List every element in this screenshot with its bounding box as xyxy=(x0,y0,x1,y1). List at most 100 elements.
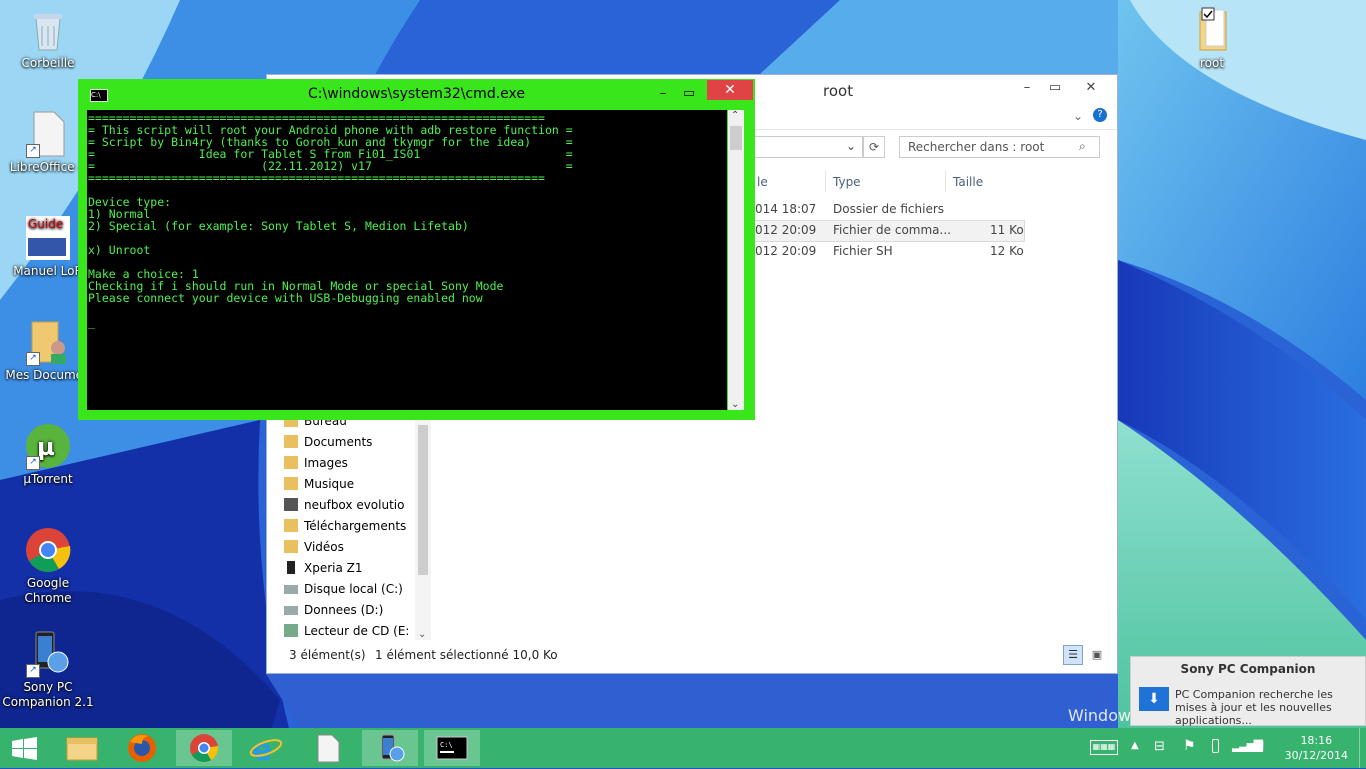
nav-item-cd-drive[interactable]: Lecteur de CD (E: xyxy=(284,624,409,638)
file-row[interactable]: 014 18:07 Dossier de fichiers xyxy=(737,199,1025,219)
console-line: x) Unroot xyxy=(88,243,151,257)
notification-toast[interactable]: Sony PC Companion ⬇ PC Companion recherc… xyxy=(1130,656,1366,727)
utorrent-icon: µ ↗ xyxy=(24,422,72,470)
icon-label: root xyxy=(1199,56,1225,70)
keyboard-icon[interactable]: ▦▦▦ xyxy=(1090,740,1118,755)
minimize-button[interactable]: – xyxy=(650,79,676,109)
nav-item-documents[interactable]: Documents xyxy=(284,435,372,449)
action-center-flag-icon[interactable]: ⚑ xyxy=(1183,738,1196,754)
trash-icon xyxy=(24,6,72,54)
taskbar-internet-explorer[interactable]: e xyxy=(238,730,294,768)
phone-globe-icon xyxy=(381,734,405,762)
column-header-type[interactable]: Type xyxy=(833,175,861,189)
taskbar-chrome[interactable] xyxy=(176,730,232,766)
console-line: Device type: xyxy=(88,195,172,209)
network-computer-icon[interactable]: ⊟ xyxy=(1154,739,1165,754)
show-desktop-button[interactable] xyxy=(1359,728,1366,768)
tray-expand-icon[interactable]: ▲ xyxy=(1131,740,1139,751)
nav-item-local-disk[interactable]: Disque local (C:) xyxy=(284,582,403,596)
scroll-thumb[interactable] xyxy=(418,425,428,575)
nav-item-downloads[interactable]: Téléchargements xyxy=(284,519,406,533)
folder-icon xyxy=(284,477,298,490)
taskbar-file-explorer[interactable] xyxy=(54,730,110,766)
console-line: 2) Special (for example: Sony Tablet S, … xyxy=(88,219,469,233)
icon-label: Corbeille xyxy=(21,56,75,70)
guide-book-icon: Guide xyxy=(24,214,72,262)
chevron-down-icon[interactable]: ⌄ xyxy=(731,399,739,410)
refresh-button[interactable]: ⟳ xyxy=(863,136,885,158)
nav-item-music[interactable]: Musique xyxy=(284,477,354,491)
large-icons-view-button[interactable]: ▣ xyxy=(1087,645,1107,665)
folder-icon xyxy=(284,519,298,532)
console-text: ========================================… xyxy=(88,112,727,328)
status-item-count: 3 élément(s) xyxy=(289,648,366,662)
document-icon: ↗ xyxy=(24,110,72,158)
folder-icon xyxy=(66,737,98,761)
start-button[interactable] xyxy=(0,730,50,766)
close-button[interactable]: ✕ xyxy=(1079,79,1103,97)
file-row[interactable]: 012 20:09 Fichier SH 12 Ko xyxy=(737,241,1025,261)
chrome-shortcut[interactable]: Google Chrome xyxy=(2,526,94,606)
chevron-down-icon[interactable]: ⌄ xyxy=(1073,109,1083,123)
search-icon: ⌕ xyxy=(1079,139,1086,153)
nav-item-videos[interactable]: Vidéos xyxy=(284,540,344,554)
phone-device-icon[interactable] xyxy=(1212,739,1219,753)
scroll-thumb[interactable] xyxy=(730,126,742,150)
drive-icon xyxy=(284,585,298,594)
sony-pc-companion-shortcut[interactable]: ↗ Sony PC Companion 2.1 xyxy=(2,630,94,710)
utorrent-shortcut[interactable]: µ ↗ µTorrent xyxy=(2,422,94,487)
clock-time: 18:16 xyxy=(1300,734,1333,747)
minimize-button[interactable]: – xyxy=(1015,79,1039,97)
svg-text:C:\: C:\ xyxy=(440,741,453,749)
cmd-titlebar[interactable]: C:\ C:\windows\system32\cmd.exe – ▭ ✕ xyxy=(78,79,755,109)
taskbar-sony-pc-companion[interactable] xyxy=(362,730,418,766)
phone-globe-icon: ↗ xyxy=(24,630,72,678)
nav-scrollbar[interactable]: ⌄ xyxy=(415,415,431,640)
taskbar: e C:\ ▦▦▦ ▲ ⊟ ⚑ ▂▃▅▇ 🔈︎ 18:16 30/12/2014 xyxy=(0,728,1366,768)
document-icon xyxy=(317,734,340,763)
maximize-button[interactable]: ▭ xyxy=(676,79,702,109)
cmd-window: C:\ C:\windows\system32\cmd.exe – ▭ ✕ ==… xyxy=(78,79,755,420)
folder-user-icon: ↗ xyxy=(24,318,72,366)
svg-text:Guide: Guide xyxy=(28,217,63,231)
details-view-button[interactable]: ☰ xyxy=(1063,645,1083,665)
column-divider xyxy=(945,170,946,192)
nav-item-images[interactable]: Images xyxy=(284,456,348,470)
volume-icon[interactable]: 🔈︎ xyxy=(1259,737,1267,753)
toast-title: Sony PC Companion xyxy=(1180,662,1316,676)
nav-item-neufbox[interactable]: neufbox evolutio xyxy=(284,498,404,512)
icon-label: Manuel LoR xyxy=(13,264,83,278)
chevron-down-icon[interactable]: ⌄ xyxy=(418,629,426,640)
chrome-icon xyxy=(24,526,72,574)
console-line: _ xyxy=(88,315,95,329)
signal-strength-icon[interactable]: ▂▃▅▇ xyxy=(1232,738,1263,752)
taskbar-firefox[interactable] xyxy=(114,730,170,766)
folder-icon xyxy=(284,540,298,553)
console-line: Please connect your device with USB-Debu… xyxy=(88,291,483,305)
taskbar-cmd[interactable]: C:\ xyxy=(424,730,480,766)
help-icon[interactable]: ? xyxy=(1093,108,1107,122)
recycle-bin-icon[interactable]: Corbeille xyxy=(2,6,94,71)
close-button[interactable]: ✕ xyxy=(707,80,753,100)
firefox-icon xyxy=(128,734,156,762)
nav-item-xperia[interactable]: Xperia Z1 xyxy=(287,561,363,575)
file-row-selected[interactable]: 012 20:09 Fichier de comma... 11 Ko xyxy=(737,220,1025,242)
root-folder-desktop[interactable]: root xyxy=(1166,6,1258,71)
icon-label: Sony PC Companion 2.1 xyxy=(2,680,94,709)
console-output[interactable]: ========================================… xyxy=(87,110,727,410)
chevron-down-icon[interactable]: ⌄ xyxy=(846,139,856,153)
download-icon: ⬇ xyxy=(1139,687,1169,711)
maximize-button[interactable]: ▭ xyxy=(1043,79,1067,97)
nav-item-data-drive[interactable]: Donnees (D:) xyxy=(284,603,383,617)
taskbar-libreoffice[interactable] xyxy=(300,730,356,766)
shortcut-arrow-icon: ↗ xyxy=(26,144,40,158)
taskbar-clock[interactable]: 18:16 30/12/2014 xyxy=(1285,733,1348,763)
search-input[interactable]: Rechercher dans : root xyxy=(899,136,1100,158)
scroll-up-icon[interactable]: ⌃ xyxy=(731,110,739,121)
cmd-scrollbar[interactable]: ⌃ ⌄ xyxy=(728,110,744,410)
column-header-size[interactable]: Taille xyxy=(953,175,983,189)
column-header-date[interactable]: le xyxy=(757,175,768,189)
chrome-icon xyxy=(190,734,219,762)
phone-icon xyxy=(287,561,295,574)
